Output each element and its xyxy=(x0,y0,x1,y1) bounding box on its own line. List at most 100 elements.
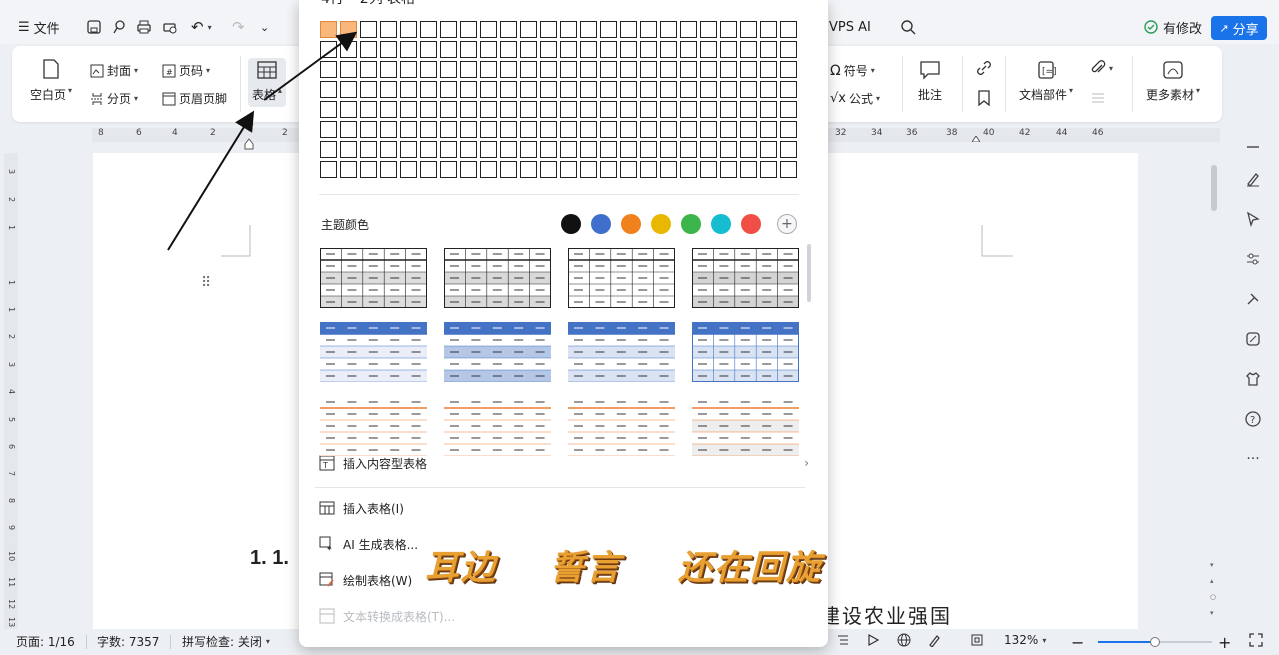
grid-cell[interactable] xyxy=(680,121,697,138)
right-indent-marker[interactable] xyxy=(972,136,980,142)
symbol-button[interactable]: Ω 符号 ▾ xyxy=(830,62,875,79)
vps-ai-label[interactable]: VPS AI xyxy=(829,14,871,40)
grid-cell[interactable] xyxy=(680,161,697,178)
grid-cell[interactable] xyxy=(580,121,597,138)
more-icon[interactable]: ··· xyxy=(1242,448,1264,470)
grid-cell[interactable] xyxy=(540,161,557,178)
grid-cell[interactable] xyxy=(700,101,717,118)
edit-icon[interactable] xyxy=(928,633,942,647)
zoom-in-button[interactable]: + xyxy=(1218,633,1231,652)
file-menu[interactable]: ☰ 文件 xyxy=(18,14,60,40)
grid-cell[interactable] xyxy=(780,61,797,78)
grid-cell[interactable] xyxy=(440,161,457,178)
grid-cell[interactable] xyxy=(480,141,497,158)
grid-cell[interactable] xyxy=(780,81,797,98)
grid-cell[interactable] xyxy=(380,141,397,158)
grid-cell[interactable] xyxy=(480,41,497,58)
page-number-button[interactable]: # 页码 ▾ xyxy=(162,62,210,79)
grid-cell[interactable] xyxy=(420,21,437,38)
zoom-slider-thumb[interactable] xyxy=(1150,637,1160,647)
grid-cell[interactable] xyxy=(780,161,797,178)
grid-cell[interactable] xyxy=(340,61,357,78)
grid-cell[interactable] xyxy=(420,81,437,98)
grid-cell[interactable] xyxy=(700,21,717,38)
scroll-down-icon[interactable]: ▾ xyxy=(1210,561,1214,569)
zoom-out-button[interactable]: − xyxy=(1071,633,1084,652)
grid-cell[interactable] xyxy=(660,101,677,118)
adjust-icon[interactable] xyxy=(1242,248,1264,270)
word-count[interactable]: 字数: 7357 xyxy=(97,633,159,650)
grid-cell[interactable] xyxy=(500,161,517,178)
grid-cell[interactable] xyxy=(520,41,537,58)
grid-cell[interactable] xyxy=(400,41,417,58)
header-footer-button[interactable]: 页眉页脚 xyxy=(162,90,227,107)
grid-cell[interactable] xyxy=(540,61,557,78)
grid-cell[interactable] xyxy=(360,81,377,98)
theme-color-swatch-yellow[interactable] xyxy=(651,214,671,234)
grid-cell[interactable] xyxy=(420,101,437,118)
grid-cell[interactable] xyxy=(600,161,617,178)
grid-cell[interactable] xyxy=(580,21,597,38)
grid-cell[interactable] xyxy=(540,121,557,138)
grid-cell[interactable] xyxy=(640,101,657,118)
grid-cell[interactable] xyxy=(580,41,597,58)
grid-cell[interactable] xyxy=(620,21,637,38)
grid-cell[interactable] xyxy=(500,61,517,78)
grid-cell[interactable] xyxy=(480,61,497,78)
grid-cell[interactable] xyxy=(520,101,537,118)
grid-cell[interactable] xyxy=(720,141,737,158)
grid-cell[interactable] xyxy=(320,41,337,58)
zoom-level[interactable]: 132% ▾ xyxy=(1004,633,1046,647)
grid-cell[interactable] xyxy=(620,141,637,158)
grid-cell[interactable] xyxy=(620,161,637,178)
fullscreen-icon[interactable] xyxy=(1249,633,1263,647)
grid-cell[interactable] xyxy=(660,141,677,158)
grid-cell[interactable] xyxy=(740,21,757,38)
grid-cell[interactable] xyxy=(700,41,717,58)
grid-cell[interactable] xyxy=(500,101,517,118)
grid-cell[interactable] xyxy=(460,21,477,38)
help-icon[interactable]: ? xyxy=(1242,408,1264,430)
grid-cell[interactable] xyxy=(720,41,737,58)
grid-cell[interactable] xyxy=(360,21,377,38)
grid-cell[interactable] xyxy=(740,141,757,158)
grid-cell[interactable] xyxy=(680,141,697,158)
grid-cell[interactable] xyxy=(720,81,737,98)
grid-cell[interactable] xyxy=(540,41,557,58)
grid-cell[interactable] xyxy=(700,81,717,98)
save-icon[interactable] xyxy=(86,14,102,40)
grid-cell[interactable] xyxy=(760,81,777,98)
grid-cell[interactable] xyxy=(320,161,337,178)
table-style-thumb[interactable] xyxy=(444,248,551,308)
grid-cell[interactable] xyxy=(440,41,457,58)
grid-cell[interactable] xyxy=(420,41,437,58)
grid-cell[interactable] xyxy=(480,81,497,98)
grid-cell[interactable] xyxy=(720,61,737,78)
grid-cell[interactable] xyxy=(740,121,757,138)
table-style-thumb[interactable] xyxy=(320,396,427,456)
grid-cell[interactable] xyxy=(440,121,457,138)
collapse-icon[interactable] xyxy=(1242,136,1264,158)
grid-cell[interactable] xyxy=(520,21,537,38)
grid-cell[interactable] xyxy=(480,161,497,178)
print-icon[interactable] xyxy=(136,14,152,40)
theme-color-swatch-black[interactable] xyxy=(561,214,581,234)
grid-cell[interactable] xyxy=(660,81,677,98)
shirt-icon[interactable] xyxy=(1242,368,1264,390)
tools-icon[interactable] xyxy=(1242,288,1264,310)
grid-cell[interactable] xyxy=(660,161,677,178)
grid-cell[interactable] xyxy=(500,41,517,58)
grid-cell[interactable] xyxy=(640,141,657,158)
grid-cell[interactable] xyxy=(560,21,577,38)
grid-cell[interactable] xyxy=(520,121,537,138)
insert-table-item[interactable]: 插入表格(I) xyxy=(319,497,809,519)
table-style-thumb[interactable] xyxy=(444,396,551,456)
hyperlink-icon[interactable] xyxy=(976,60,992,76)
grid-cell[interactable] xyxy=(780,41,797,58)
table-size-grid[interactable] xyxy=(320,21,800,181)
theme-color-swatch-blue[interactable] xyxy=(591,214,611,234)
scrollbar-thumb[interactable] xyxy=(1211,165,1217,211)
grid-cell[interactable] xyxy=(440,61,457,78)
grid-cell[interactable] xyxy=(640,81,657,98)
grid-cell[interactable] xyxy=(460,141,477,158)
